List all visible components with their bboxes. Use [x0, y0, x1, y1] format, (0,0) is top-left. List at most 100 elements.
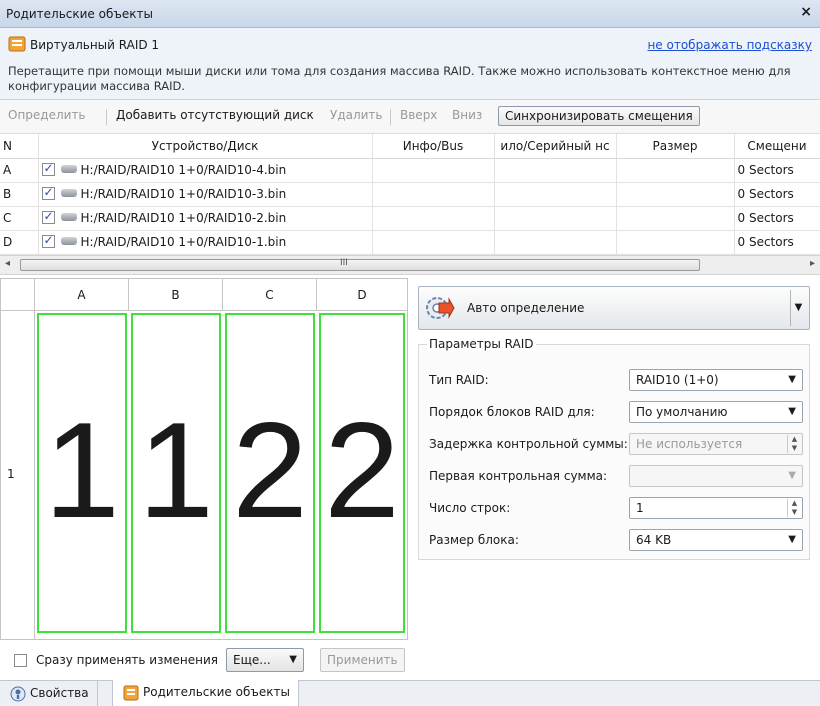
parity-delay-spinner[interactable]: Не используется ▲ ▼: [629, 433, 803, 455]
table-row[interactable]: B H:/RAID/RAID10 1+0/RAID10-3.bin 0 Sect…: [0, 182, 820, 207]
stripe-block[interactable]: 2: [225, 313, 315, 633]
cell-n: A: [0, 158, 39, 183]
spinner-arrows-icon[interactable]: ▲ ▼: [787, 499, 801, 517]
more-button[interactable]: Еще... ▼: [226, 648, 304, 672]
raid-params-group: Параметры RAID Тип RAID: RAID10 (1+0) ▼ …: [418, 337, 810, 560]
include-checkbox[interactable]: [41, 233, 55, 248]
cell-info: [372, 230, 495, 255]
scroll-left-icon[interactable]: ◂: [5, 258, 10, 269]
block-order-select[interactable]: По умолчанию ▼: [629, 401, 803, 423]
chevron-down-icon[interactable]: ▼: [790, 290, 806, 326]
rows-count-spinner[interactable]: 1 ▲ ▼: [629, 497, 803, 519]
chevron-down-icon: ▼: [788, 406, 796, 417]
stripe-column-header: B: [129, 279, 223, 311]
raid-params-legend: Параметры RAID: [427, 337, 536, 351]
scrollbar-thumb[interactable]: [20, 259, 700, 271]
block-order-label: Порядок блоков RAID для:: [429, 405, 595, 419]
properties-icon: [10, 686, 26, 702]
hide-hint-link[interactable]: не отображать подсказку: [647, 38, 812, 52]
apply-immediately-checkbox[interactable]: [14, 654, 27, 667]
device-path: H:/RAID/RAID10 1+0/RAID10-4.bin: [80, 163, 287, 177]
tab-parent-objects[interactable]: Родительские объекты: [112, 680, 299, 706]
window-titlebar: Родительские объекты ×: [0, 0, 820, 28]
stripe-block[interactable]: 1: [131, 313, 221, 633]
cell-n: D: [0, 230, 39, 255]
cell-size: [616, 230, 735, 255]
table-row[interactable]: A H:/RAID/RAID10 1+0/RAID10-4.bin 0 Sect…: [0, 158, 820, 183]
stripe-block[interactable]: 1: [37, 313, 127, 633]
disk-icon: [60, 213, 77, 221]
scrollbar-grip: III: [340, 258, 348, 268]
spinner-arrows-icon: ▲ ▼: [787, 435, 801, 453]
bottom-controls: Сразу применять изменения Еще... ▼ Приме…: [14, 648, 414, 678]
column-header-info[interactable]: Инфо/Bus: [372, 134, 495, 159]
block-number: 2: [232, 394, 308, 546]
cell-n: B: [0, 182, 39, 207]
cell-device: H:/RAID/RAID10 1+0/RAID10-2.bin: [38, 206, 373, 231]
parity-delay-label: Задержка контрольной суммы:: [429, 437, 628, 451]
column-header-size[interactable]: Размер: [616, 134, 735, 159]
move-up-button[interactable]: Вверх: [400, 108, 437, 122]
block-number: 2: [324, 394, 400, 546]
raid-icon: [123, 685, 139, 701]
chevron-down-icon: ▼: [788, 534, 796, 545]
cell-offset: 0 Sectors: [734, 182, 820, 207]
sync-offsets-button[interactable]: Синхронизировать смещения: [498, 106, 700, 126]
include-checkbox[interactable]: [41, 185, 55, 200]
close-icon[interactable]: ×: [800, 4, 812, 20]
delete-button[interactable]: Удалить: [330, 108, 383, 122]
device-path: H:/RAID/RAID10 1+0/RAID10-1.bin: [80, 235, 287, 249]
stripe-map: A B C D 1 1 1 2 2: [0, 278, 408, 640]
auto-detect-button[interactable]: Авто определение ▼: [418, 286, 810, 330]
raid-type-value: RAID10 (1+0): [636, 373, 719, 387]
add-missing-disk-button[interactable]: Добавить отсутствующий диск: [116, 108, 314, 122]
block-size-select[interactable]: 64 KB ▼: [629, 529, 803, 551]
cell-serial: [494, 182, 617, 207]
disk-icon: [60, 237, 77, 245]
detect-button[interactable]: Определить: [8, 108, 86, 122]
auto-detect-icon: [426, 297, 455, 319]
cell-size: [616, 158, 735, 183]
column-header-n[interactable]: N: [0, 134, 39, 159]
cell-info: [372, 182, 495, 207]
cell-size: [616, 182, 735, 207]
horizontal-scrollbar[interactable]: ◂ III ▸: [0, 255, 820, 275]
cell-device: H:/RAID/RAID10 1+0/RAID10-3.bin: [38, 182, 373, 207]
first-parity-select[interactable]: ▼: [629, 465, 803, 487]
stripe-block[interactable]: 2: [319, 313, 405, 633]
rows-count-label: Число строк:: [429, 501, 511, 515]
more-button-label: Еще...: [233, 653, 271, 667]
toolbar-separator: [106, 109, 107, 125]
apply-button[interactable]: Применить: [320, 648, 405, 672]
stripe-column-header: A: [35, 279, 129, 311]
column-header-device[interactable]: Устройство/Диск: [38, 134, 373, 159]
tab-parent-objects-label: Родительские объекты: [143, 685, 290, 699]
table-row[interactable]: D H:/RAID/RAID10 1+0/RAID10-1.bin 0 Sect…: [0, 230, 820, 255]
column-header-offset[interactable]: Смещени: [734, 134, 820, 159]
raid-type-select[interactable]: RAID10 (1+0) ▼: [629, 369, 803, 391]
block-number: 1: [138, 394, 214, 546]
scroll-right-icon[interactable]: ▸: [810, 258, 815, 269]
cell-serial: [494, 158, 617, 183]
cell-offset: 0 Sectors: [734, 158, 820, 183]
cell-offset: 0 Sectors: [734, 206, 820, 231]
cell-serial: [494, 206, 617, 231]
block-number: 1: [44, 394, 120, 546]
disk-table: N Устройство/Диск Инфо/Bus ило/Серийный …: [0, 134, 820, 255]
auto-detect-label: Авто определение: [467, 301, 585, 315]
raid-icon: [8, 36, 26, 52]
parity-delay-value: Не используется: [636, 437, 743, 451]
table-row[interactable]: C H:/RAID/RAID10 1+0/RAID10-2.bin 0 Sect…: [0, 206, 820, 231]
cell-size: [616, 206, 735, 231]
stripe-column-header: D: [317, 279, 407, 311]
toolbar-separator: [390, 109, 391, 125]
stripe-column-header: C: [223, 279, 317, 311]
include-checkbox[interactable]: [41, 209, 55, 224]
disk-icon: [60, 165, 77, 173]
tab-properties[interactable]: Свойства: [0, 681, 98, 706]
include-checkbox[interactable]: [41, 161, 55, 176]
cell-info: [372, 206, 495, 231]
move-down-button[interactable]: Вниз: [452, 108, 482, 122]
device-path: H:/RAID/RAID10 1+0/RAID10-2.bin: [80, 211, 287, 225]
column-header-serial[interactable]: ило/Серийный нс: [494, 134, 617, 159]
